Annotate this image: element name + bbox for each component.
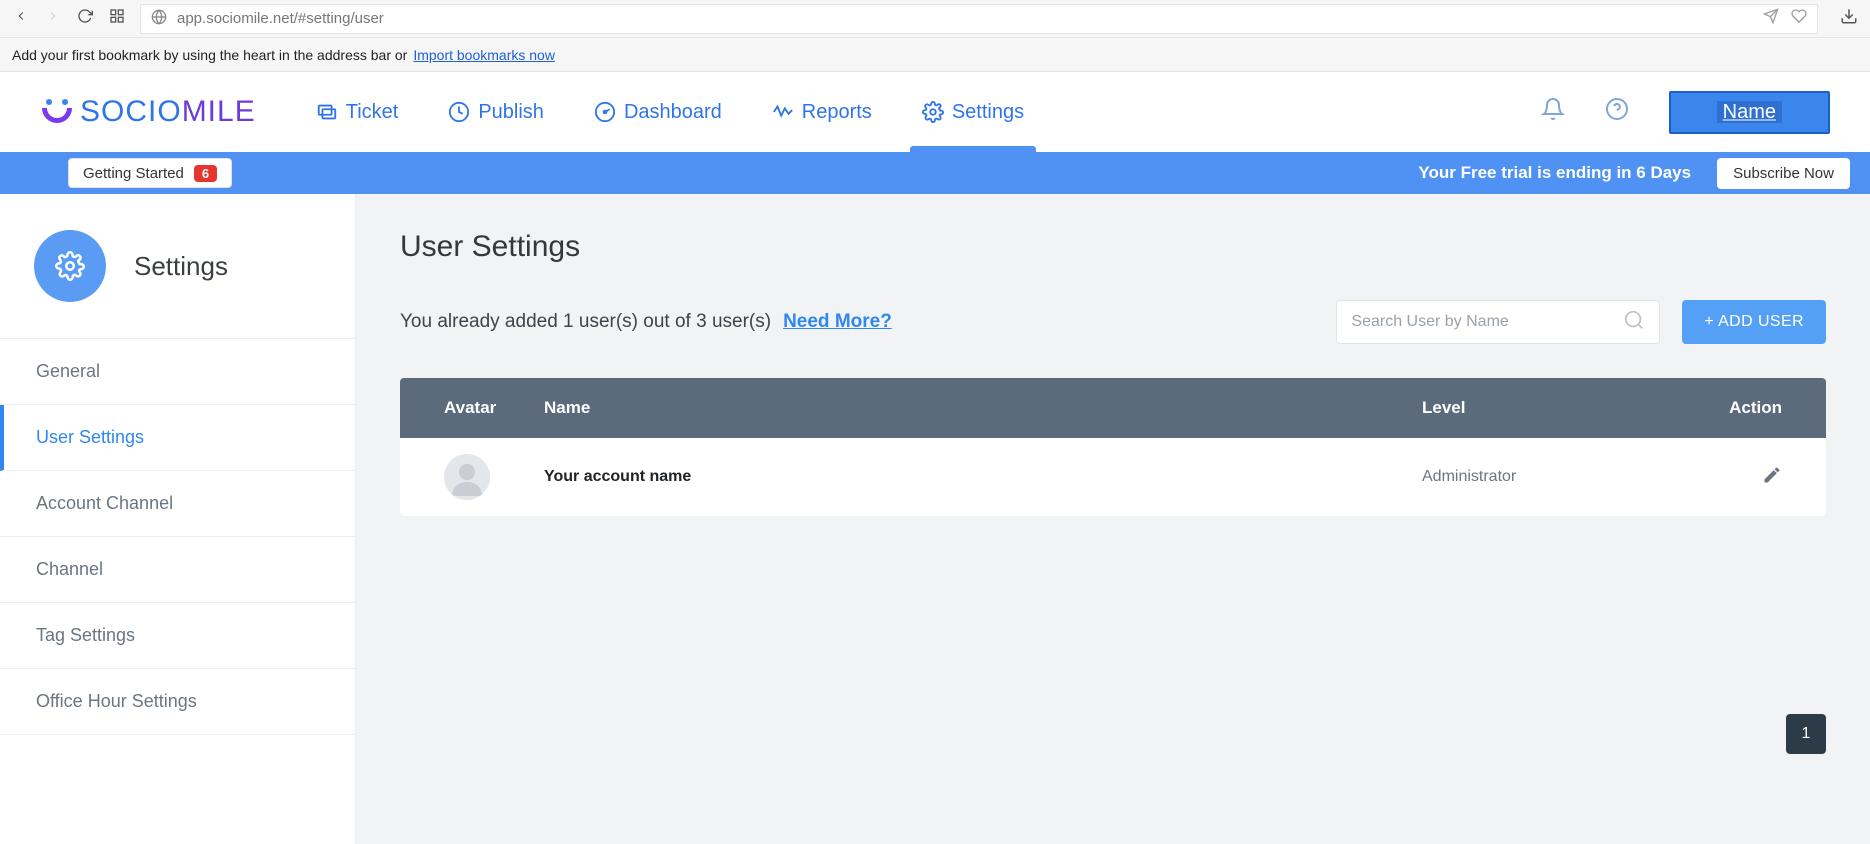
user-name: Name: [1717, 101, 1782, 123]
col-action: Action: [1682, 398, 1782, 418]
app-header: SOCIOMILE Ticket Publish Dashboard Repor…: [0, 72, 1870, 152]
heart-icon[interactable]: [1791, 8, 1807, 29]
search-icon[interactable]: [1623, 309, 1645, 336]
address-bar[interactable]: app.sociomile.net/#setting/user: [140, 4, 1818, 34]
sidebar-item-user-settings[interactable]: User Settings: [0, 405, 355, 471]
sidebar-item-label: User Settings: [36, 427, 144, 447]
bell-icon[interactable]: [1541, 97, 1565, 127]
trial-bar: Getting Started 6 Your Free trial is end…: [0, 152, 1870, 194]
table-header: Avatar Name Level Action: [400, 378, 1826, 438]
avatar: [444, 454, 490, 500]
sidebar-item-label: Office Hour Settings: [36, 691, 197, 711]
getting-started-button[interactable]: Getting Started 6: [68, 158, 232, 188]
bookmark-bar: Add your first bookmark by using the hea…: [0, 38, 1870, 72]
bookmark-hint: Add your first bookmark by using the hea…: [12, 47, 407, 63]
nav-label: Ticket: [346, 101, 399, 124]
logo-text-2: MILE: [182, 95, 256, 128]
nav-label: Dashboard: [624, 101, 722, 124]
sidebar-item-label: General: [36, 361, 100, 381]
search-wrap: [1336, 300, 1660, 344]
row-level: Administrator: [1422, 468, 1682, 486]
import-bookmarks-link[interactable]: Import bookmarks now: [413, 47, 555, 63]
sidebar-item-label: Account Channel: [36, 493, 173, 513]
col-avatar: Avatar: [444, 398, 544, 418]
logo-text-1: SOCIO: [80, 95, 182, 128]
getting-started-label: Getting Started: [83, 165, 184, 182]
user-chip[interactable]: Name: [1669, 91, 1830, 134]
sidebar: Settings General User Settings Account C…: [0, 194, 356, 844]
row-name: Your account name: [544, 468, 1422, 486]
top-nav: Ticket Publish Dashboard Reports Setting…: [316, 101, 1024, 124]
edit-button[interactable]: [1682, 465, 1782, 490]
browser-toolbar: app.sociomile.net/#setting/user: [0, 0, 1870, 38]
globe-icon: [151, 9, 167, 29]
sidebar-item-office-hour[interactable]: Office Hour Settings: [0, 669, 355, 735]
nav-reports[interactable]: Reports: [772, 101, 872, 124]
getting-started-badge: 6: [194, 165, 217, 182]
users-table: Avatar Name Level Action Your account na…: [400, 378, 1826, 516]
need-more-link[interactable]: Need More?: [783, 311, 892, 333]
col-name: Name: [544, 398, 1422, 418]
nav-publish[interactable]: Publish: [448, 101, 544, 124]
reload-icon[interactable]: [76, 8, 94, 29]
nav-ticket[interactable]: Ticket: [316, 101, 399, 124]
logo[interactable]: SOCIOMILE: [40, 95, 256, 129]
help-icon[interactable]: [1605, 97, 1629, 127]
nav-label: Settings: [952, 101, 1024, 124]
sidebar-item-label: Channel: [36, 559, 103, 579]
forward-icon[interactable]: [44, 9, 62, 28]
sidebar-title: Settings: [134, 251, 228, 282]
pagination: 1: [1786, 714, 1826, 754]
nav-label: Publish: [478, 101, 544, 124]
nav-dashboard[interactable]: Dashboard: [594, 101, 722, 124]
nav-settings[interactable]: Settings: [922, 101, 1024, 124]
add-user-button[interactable]: + ADD USER: [1682, 300, 1826, 344]
user-count-info: You already added 1 user(s) out of 3 use…: [400, 311, 771, 333]
sidebar-item-label: Tag Settings: [36, 625, 135, 645]
apps-icon[interactable]: [108, 8, 126, 29]
subscribe-button[interactable]: Subscribe Now: [1717, 158, 1850, 189]
sidebar-item-channel[interactable]: Channel: [0, 537, 355, 603]
nav-label: Reports: [802, 101, 872, 124]
search-input[interactable]: [1351, 313, 1623, 331]
page-title: User Settings: [400, 230, 1826, 264]
page-1[interactable]: 1: [1786, 714, 1826, 754]
gear-icon: [34, 230, 106, 302]
back-icon[interactable]: [12, 9, 30, 28]
table-row: Your account name Administrator: [400, 438, 1826, 516]
download-icon[interactable]: [1840, 7, 1858, 30]
sidebar-item-general[interactable]: General: [0, 339, 355, 405]
trial-message: Your Free trial is ending in 6 Days: [1418, 163, 1691, 183]
address-text: app.sociomile.net/#setting/user: [177, 10, 384, 27]
col-level: Level: [1422, 398, 1682, 418]
sidebar-item-tag-settings[interactable]: Tag Settings: [0, 603, 355, 669]
main-content: User Settings You already added 1 user(s…: [356, 194, 1870, 844]
sidebar-item-account-channel[interactable]: Account Channel: [0, 471, 355, 537]
send-icon[interactable]: [1763, 8, 1779, 29]
